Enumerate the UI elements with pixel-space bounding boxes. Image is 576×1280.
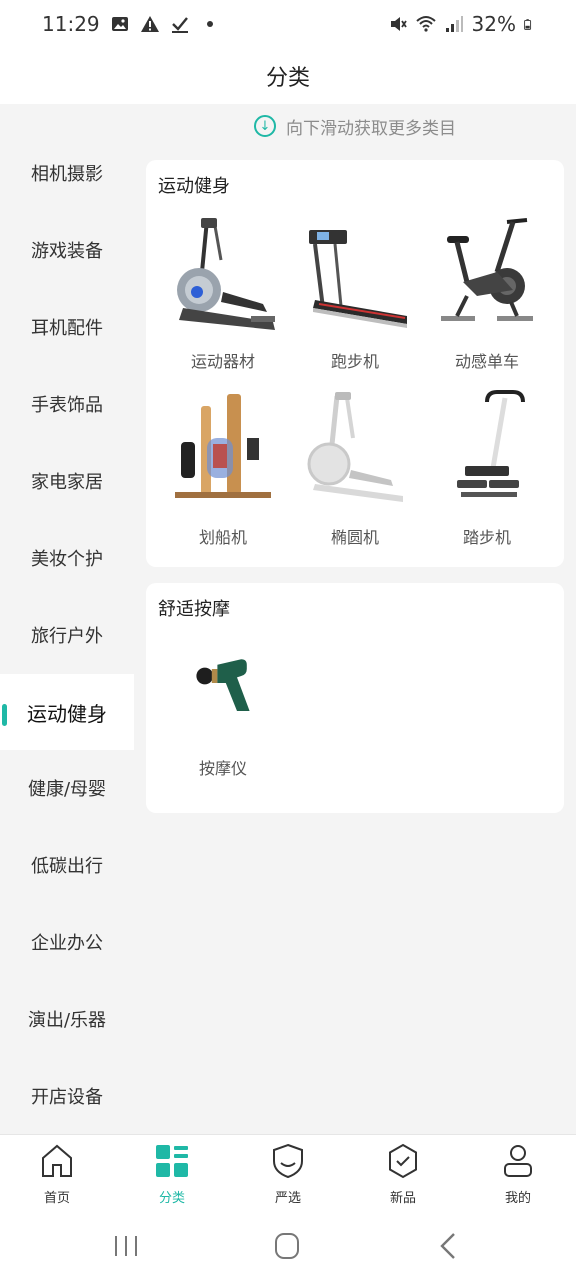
product-item[interactable]: 划船机 [158,388,288,548]
section-card-fitness: 运动健身 运动器材 跑步机 动感单车 划船机 椭圆机 踏步机 [146,160,564,567]
sidebar-item-label: 美妆个护 [31,549,103,570]
mute-icon [390,17,407,31]
nav-home[interactable]: 首页 [17,1143,97,1207]
sidebar-item-instruments[interactable]: 演出/乐器 [0,981,134,1057]
dot-icon [206,21,213,27]
white-elliptical-image [307,392,403,502]
product-item[interactable]: 跑步机 [290,212,420,372]
page-header: 分类 [0,48,576,104]
sidebar-item-travel[interactable]: 旅行户外 [0,597,134,673]
scroll-hint-text: 向下滑动获取更多类目 [286,118,456,139]
image-icon [111,17,128,31]
sidebar-item-home-appliances[interactable]: 家电家居 [0,443,134,519]
shield-icon [273,1143,303,1179]
sidebar-item-label: 家电家居 [31,472,103,493]
product-item[interactable]: 运动器材 [158,212,288,372]
page-title: 分类 [265,66,310,91]
sidebar-item-label: 企业办公 [31,933,103,954]
sidebar-item-label: 游戏装备 [31,241,103,262]
category-content[interactable]: ↓ 向下滑动获取更多类目 运动健身 运动器材 跑步机 动感单车 划船机 椭圆机 … [134,104,576,1134]
bottom-nav: 首页 分类 严选 新品 我的 [0,1134,576,1212]
section-card-massage: 舒适按摩 按摩仪 [146,583,564,813]
nav-label: 严选 [274,1191,301,1206]
elliptical-machine-image [177,218,275,330]
battery-percent: 32% [471,12,516,36]
product-label: 踏步机 [462,528,511,547]
treadmill-image [309,230,407,328]
alert-icon [140,16,159,32]
battery-icon [524,19,532,30]
status-bar: 11:29 32% [0,0,576,48]
section-title: 运动健身 [158,176,230,197]
product-label: 椭圆机 [330,528,379,547]
nav-label: 我的 [504,1191,531,1206]
sidebar-item-fitness[interactable]: 运动健身 [0,674,134,750]
sidebar-item-label: 耳机配件 [31,318,103,339]
sidebar-item-health[interactable]: 健康/母婴 [0,750,134,826]
section-title: 舒适按摩 [158,599,230,620]
arrow-down-circle-icon: ↓ [254,115,276,137]
wifi-icon [415,16,436,32]
sidebar-item-camera[interactable]: 相机摄影 [0,135,134,211]
nav-new[interactable]: 新品 [363,1143,443,1207]
sidebar-item-label: 低碳出行 [31,856,103,877]
nav-label: 新品 [389,1191,416,1206]
nav-profile[interactable]: 我的 [478,1143,558,1207]
product-label: 按摩仪 [198,759,247,778]
sidebar-item-headphones[interactable]: 耳机配件 [0,289,134,365]
nav-label: 首页 [43,1191,70,1206]
stepper-image [457,390,525,497]
product-item[interactable]: 踏步机 [422,388,552,548]
sidebar-item-label: 演出/乐器 [27,1010,107,1031]
sidebar-item-watches[interactable]: 手表饰品 [0,366,134,442]
product-label: 动感单车 [454,352,519,371]
profile-icon [504,1145,532,1177]
product-label: 运动器材 [190,352,255,371]
product-item[interactable]: 按摩仪 [158,655,288,779]
signal-icon [445,16,463,32]
sidebar-item-label: 运动健身 [27,701,107,726]
product-item[interactable]: 椭圆机 [290,388,420,548]
nav-selected[interactable]: 严选 [248,1143,328,1207]
spin-bike-image [441,218,533,321]
home-button-icon[interactable] [267,1230,307,1262]
product-label: 划船机 [198,528,247,547]
sidebar-item-label: 开店设备 [31,1087,103,1108]
recent-apps-icon[interactable] [106,1230,146,1262]
sidebar-item-beauty[interactable]: 美妆个护 [0,520,134,596]
product-label: 跑步机 [330,352,379,371]
rowing-machine-image [175,394,271,498]
sidebar-item-office[interactable]: 企业办公 [0,904,134,980]
scroll-hint: ↓ 向下滑动获取更多类目 [134,112,576,140]
massage-gun-image [196,659,250,711]
status-time: 11:29 [42,12,100,36]
sidebar-item-label: 手表饰品 [31,395,103,416]
category-icon [156,1145,188,1177]
system-nav-bar [0,1212,576,1280]
product-item[interactable]: 动感单车 [422,212,552,372]
sidebar-item-label: 健康/母婴 [27,779,107,800]
sidebar-item-label: 旅行户外 [31,626,103,647]
back-icon[interactable] [430,1230,470,1262]
category-sidebar[interactable]: 相机摄影 游戏装备 耳机配件 手表饰品 家电家居 美妆个护 旅行户外 运动健身 … [0,104,134,1134]
check-icon [171,17,188,33]
sidebar-item-gaming[interactable]: 游戏装备 [0,212,134,288]
nav-category[interactable]: 分类 [132,1143,212,1207]
sidebar-item-label: 相机摄影 [31,164,103,185]
new-badge-icon [389,1143,417,1179]
sidebar-item-low-carbon[interactable]: 低碳出行 [0,827,134,903]
nav-label: 分类 [158,1191,185,1206]
sidebar-item-store-equipment[interactable]: 开店设备 [0,1058,134,1134]
home-icon [42,1144,72,1177]
